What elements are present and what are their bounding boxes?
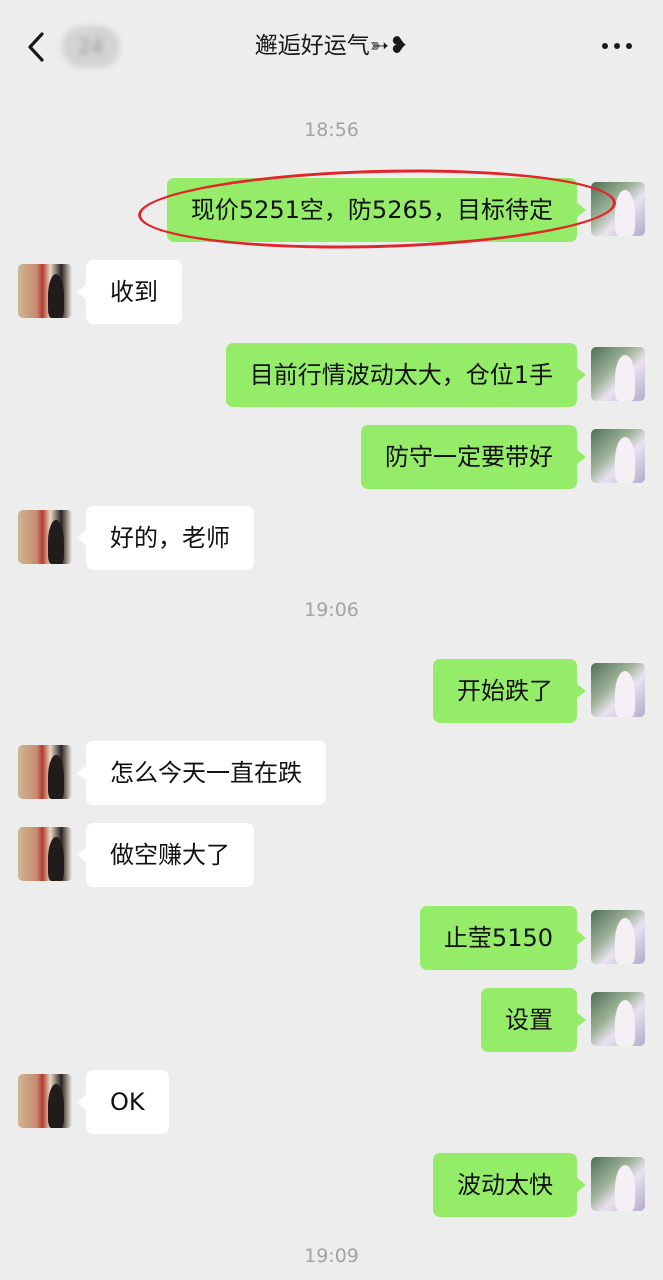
- message-bubble[interactable]: 防守一定要带好: [361, 425, 586, 489]
- message-bubble[interactable]: 好的，老师: [77, 506, 254, 570]
- message-bubble[interactable]: 怎么今天一直在跌: [77, 741, 326, 805]
- message-bubble[interactable]: OK: [77, 1070, 169, 1134]
- more-dots-icon[interactable]: [594, 36, 640, 56]
- message-bubble[interactable]: 做空赚大了: [77, 823, 254, 887]
- my-avatar[interactable]: [591, 992, 645, 1046]
- my-avatar[interactable]: [591, 663, 645, 717]
- message-bubble[interactable]: 设置: [481, 988, 586, 1052]
- contact-avatar[interactable]: [18, 1074, 72, 1128]
- contact-avatar[interactable]: [18, 745, 72, 799]
- my-avatar[interactable]: [591, 910, 645, 964]
- message-bubble[interactable]: 波动太快: [433, 1153, 586, 1217]
- my-avatar[interactable]: [591, 429, 645, 483]
- timestamp: 18:56: [304, 119, 359, 141]
- message-bubble[interactable]: 目前行情波动太大，仓位1手: [225, 343, 587, 407]
- timestamp: 19:06: [304, 599, 359, 621]
- message-bubble[interactable]: 开始跌了: [433, 659, 586, 723]
- my-avatar[interactable]: [591, 1157, 645, 1211]
- message-bubble[interactable]: 止莹5150: [419, 906, 587, 970]
- contact-avatar[interactable]: [18, 264, 72, 318]
- my-avatar[interactable]: [591, 347, 645, 401]
- chat-title: 邂逅好运气➳❥: [254, 33, 409, 59]
- contact-avatar[interactable]: [18, 510, 72, 564]
- message-bubble[interactable]: 收到: [77, 260, 182, 324]
- chat-header: 24 邂逅好运气➳❥: [0, 0, 663, 92]
- contact-avatar[interactable]: [18, 827, 72, 881]
- timestamp: 19:09: [304, 1245, 359, 1267]
